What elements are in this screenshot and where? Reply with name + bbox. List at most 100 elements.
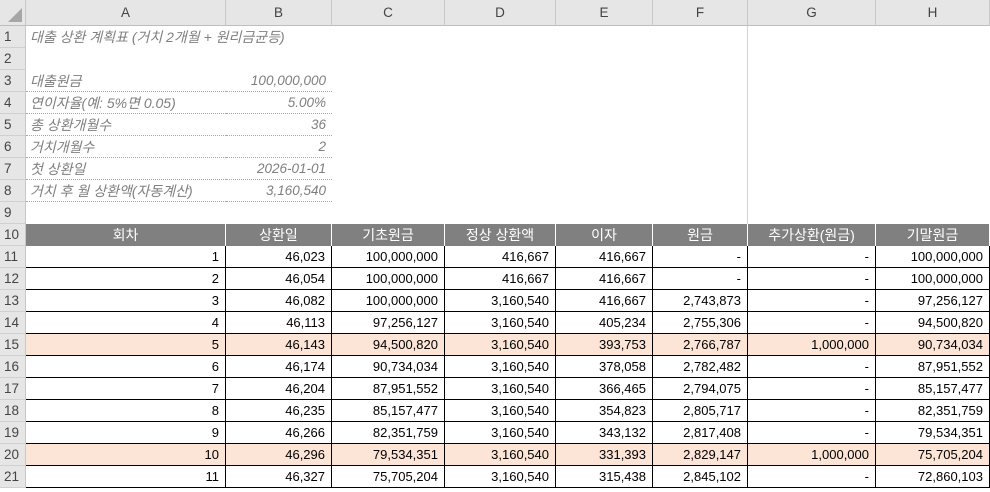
- table-cell[interactable]: 3,160,540: [445, 356, 556, 378]
- column-header-g[interactable]: G: [748, 0, 876, 26]
- column-header-a[interactable]: A: [26, 0, 226, 26]
- table-cell[interactable]: 3,160,540: [445, 444, 556, 466]
- table-cell[interactable]: 87,951,552: [332, 378, 445, 400]
- table-header-cell[interactable]: 추가상환(원금): [748, 224, 876, 246]
- row-header-5[interactable]: 5: [0, 114, 26, 136]
- row-header-6[interactable]: 6: [0, 136, 26, 158]
- select-all-corner[interactable]: [0, 0, 26, 26]
- table-cell[interactable]: -: [748, 290, 876, 312]
- param-label-cell[interactable]: 첫 상환일: [26, 158, 226, 180]
- param-label-cell[interactable]: 거치개월수: [26, 136, 226, 158]
- table-cell[interactable]: 75,705,204: [876, 444, 990, 466]
- row-header-19[interactable]: 19: [0, 422, 26, 444]
- table-cell[interactable]: 4: [26, 312, 226, 334]
- table-cell[interactable]: -: [748, 312, 876, 334]
- table-cell[interactable]: -: [748, 466, 876, 488]
- row-header-10[interactable]: 10: [0, 224, 26, 246]
- table-cell[interactable]: -: [748, 268, 876, 290]
- table-cell[interactable]: 416,667: [556, 268, 653, 290]
- param-value-cell[interactable]: 2026-01-01: [226, 158, 332, 180]
- table-cell[interactable]: 10: [26, 444, 226, 466]
- table-cell[interactable]: 100,000,000: [332, 246, 445, 268]
- table-cell[interactable]: 100,000,000: [332, 290, 445, 312]
- table-cell[interactable]: 3,160,540: [445, 378, 556, 400]
- row-header-9[interactable]: 9: [0, 202, 26, 224]
- param-value-cell[interactable]: 100,000,000: [226, 70, 332, 92]
- table-cell[interactable]: 46,204: [226, 378, 332, 400]
- table-cell[interactable]: 416,667: [556, 290, 653, 312]
- table-cell[interactable]: 2,755,306: [653, 312, 748, 334]
- table-cell[interactable]: 2,782,482: [653, 356, 748, 378]
- table-cell[interactable]: 72,860,103: [876, 466, 990, 488]
- row-header-2[interactable]: 2: [0, 48, 26, 70]
- table-cell[interactable]: 8: [26, 400, 226, 422]
- table-cell[interactable]: 1,000,000: [748, 334, 876, 356]
- row-header-14[interactable]: 14: [0, 312, 26, 334]
- table-cell[interactable]: 46,113: [226, 312, 332, 334]
- table-cell[interactable]: 46,296: [226, 444, 332, 466]
- row-header-11[interactable]: 11: [0, 246, 26, 268]
- row-header-15[interactable]: 15: [0, 334, 26, 356]
- table-cell[interactable]: 87,951,552: [876, 356, 990, 378]
- table-cell[interactable]: 331,393: [556, 444, 653, 466]
- table-cell[interactable]: 90,734,034: [332, 356, 445, 378]
- table-cell[interactable]: 46,235: [226, 400, 332, 422]
- table-cell[interactable]: 2,805,717: [653, 400, 748, 422]
- table-cell[interactable]: 79,534,351: [332, 444, 445, 466]
- param-label-cell[interactable]: 거치 후 월 상환액(자동계산): [26, 180, 226, 202]
- table-cell[interactable]: 3,160,540: [445, 290, 556, 312]
- row-header-1[interactable]: 1: [0, 26, 26, 48]
- table-cell[interactable]: 416,667: [556, 246, 653, 268]
- table-cell[interactable]: -: [653, 268, 748, 290]
- table-cell[interactable]: 94,500,820: [332, 334, 445, 356]
- table-cell[interactable]: 405,234: [556, 312, 653, 334]
- table-cell[interactable]: -: [748, 400, 876, 422]
- row-header-13[interactable]: 13: [0, 290, 26, 312]
- table-cell[interactable]: 85,157,477: [876, 378, 990, 400]
- column-header-f[interactable]: F: [653, 0, 748, 26]
- sheet-title-cell[interactable]: 대출 상환 계획표 (거치 2개월 + 원리금균등): [26, 26, 546, 48]
- table-cell[interactable]: 3,160,540: [445, 312, 556, 334]
- table-cell[interactable]: 3,160,540: [445, 400, 556, 422]
- table-cell[interactable]: 97,256,127: [876, 290, 990, 312]
- table-cell[interactable]: 97,256,127: [332, 312, 445, 334]
- row-header-18[interactable]: 18: [0, 400, 26, 422]
- table-cell[interactable]: 315,438: [556, 466, 653, 488]
- table-cell[interactable]: 354,823: [556, 400, 653, 422]
- table-cell[interactable]: 90,734,034: [876, 334, 990, 356]
- table-cell[interactable]: 1,000,000: [748, 444, 876, 466]
- row-header-8[interactable]: 8: [0, 180, 26, 202]
- table-cell[interactable]: 85,157,477: [332, 400, 445, 422]
- table-cell[interactable]: 100,000,000: [876, 268, 990, 290]
- table-cell[interactable]: 79,534,351: [876, 422, 990, 444]
- table-cell[interactable]: 75,705,204: [332, 466, 445, 488]
- table-cell[interactable]: 416,667: [445, 268, 556, 290]
- table-cell[interactable]: 366,465: [556, 378, 653, 400]
- row-header-4[interactable]: 4: [0, 92, 26, 114]
- row-header-3[interactable]: 3: [0, 70, 26, 92]
- table-cell[interactable]: 6: [26, 356, 226, 378]
- table-cell[interactable]: 3,160,540: [445, 422, 556, 444]
- table-cell[interactable]: 46,327: [226, 466, 332, 488]
- table-cell[interactable]: 94,500,820: [876, 312, 990, 334]
- table-cell[interactable]: -: [748, 246, 876, 268]
- table-cell[interactable]: 100,000,000: [332, 268, 445, 290]
- table-cell[interactable]: 7: [26, 378, 226, 400]
- table-cell[interactable]: 2,743,873: [653, 290, 748, 312]
- row-header-12[interactable]: 12: [0, 268, 26, 290]
- column-header-h[interactable]: H: [876, 0, 990, 26]
- table-header-cell[interactable]: 기말원금: [876, 224, 990, 246]
- param-value-cell[interactable]: 3,160,540: [226, 180, 332, 202]
- table-cell[interactable]: 378,058: [556, 356, 653, 378]
- table-cell[interactable]: -: [748, 378, 876, 400]
- table-cell[interactable]: 2: [26, 268, 226, 290]
- table-cell[interactable]: 2,817,408: [653, 422, 748, 444]
- table-cell[interactable]: 11: [26, 466, 226, 488]
- table-cell[interactable]: 393,753: [556, 334, 653, 356]
- table-cell[interactable]: -: [748, 422, 876, 444]
- column-header-c[interactable]: C: [332, 0, 445, 26]
- table-cell[interactable]: 46,266: [226, 422, 332, 444]
- table-cell[interactable]: 1: [26, 246, 226, 268]
- table-cell[interactable]: 82,351,759: [876, 400, 990, 422]
- row-header-21[interactable]: 21: [0, 466, 26, 488]
